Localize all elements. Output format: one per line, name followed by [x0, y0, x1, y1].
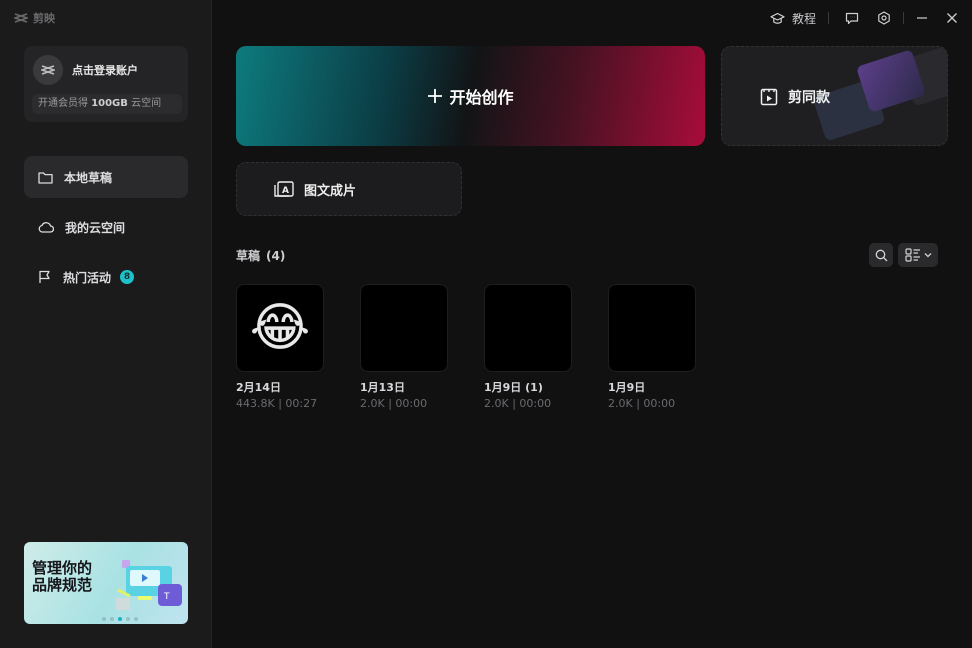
laughing-emoji-icon: 😂 [249, 298, 311, 358]
login-link[interactable]: 点击登录账户 [72, 62, 138, 78]
app-logo: 剪映 [14, 10, 55, 26]
pagination-dot[interactable] [126, 617, 130, 621]
draft-item[interactable]: 1月13日 2.0K | 00:00 [360, 284, 448, 410]
draft-item[interactable]: 1月9日 (1) 2.0K | 00:00 [484, 284, 572, 410]
close-button[interactable] [938, 0, 972, 36]
template-label: 剪同款 [788, 90, 830, 106]
draft-meta: 2.0K | 00:00 [360, 397, 428, 410]
titlebar-divider [828, 12, 829, 24]
tutorial-button[interactable]: 教程 [770, 0, 820, 36]
sidebar-item-label: 本地草稿 [64, 170, 113, 185]
template-video-icon [760, 88, 778, 106]
drafts-title: 草稿 [236, 249, 261, 263]
draft-thumbnail[interactable]: 😂 [236, 284, 324, 372]
image-text-video-button[interactable]: A 图文成片 [236, 162, 462, 216]
capcut-logo-icon [14, 13, 28, 23]
view-mode-dropdown[interactable] [898, 243, 938, 267]
pagination-dot-active[interactable] [118, 617, 122, 621]
draft-thumbnail[interactable] [360, 284, 448, 372]
promo-line-2: 品牌规范 [32, 576, 93, 594]
grid-view-icon [904, 248, 920, 262]
promo-banner[interactable]: 管理你的 品牌规范 T [24, 542, 188, 624]
drafts-grid: 😂 2月14日 443.8K | 00:27 1月13日 2.0K | 00:0… [236, 284, 696, 410]
pagination-dot[interactable] [134, 617, 138, 621]
feedback-button[interactable] [837, 0, 867, 36]
sidebar: 剪映 点击登录账户 开通会员得 100GB 云空间 本地草稿 我的云空间 热门活… [0, 0, 212, 648]
draft-thumbnail[interactable] [608, 284, 696, 372]
folder-icon [38, 171, 53, 184]
svg-text:T: T [163, 592, 170, 602]
vip-amount: 100GB [91, 98, 128, 109]
drafts-count: (4) [266, 249, 286, 263]
plus-icon [428, 89, 443, 103]
sidebar-item-local-drafts[interactable]: 本地草稿 [24, 156, 188, 198]
capcut-avatar-icon [41, 65, 55, 75]
brand-kit-illustration-icon: T [116, 560, 182, 610]
draft-name: 1月9日 [608, 381, 646, 394]
app-name: 剪映 [33, 12, 55, 25]
draft-meta: 443.8K | 00:27 [236, 397, 318, 410]
vip-promo-pill[interactable]: 开通会员得 100GB 云空间 [32, 94, 182, 114]
settings-button[interactable] [867, 0, 901, 36]
cloud-icon [38, 222, 54, 233]
text-to-video-icon: A [274, 181, 294, 197]
avatar[interactable] [33, 55, 63, 85]
sidebar-nav: 本地草稿 我的云空间 热门活动 8 [24, 156, 188, 306]
minimize-button[interactable] [906, 0, 938, 36]
feedback-icon [845, 12, 859, 24]
drafts-heading: 草稿 (4) [236, 247, 285, 264]
flag-icon [39, 270, 50, 283]
draft-item[interactable]: 😂 2月14日 443.8K | 00:27 [236, 284, 324, 410]
graduation-cap-icon [770, 12, 785, 24]
svg-text:A: A [282, 186, 289, 196]
draft-thumbnail[interactable] [484, 284, 572, 372]
vip-suffix: 云空间 [127, 98, 162, 109]
titlebar-divider [903, 12, 904, 24]
gear-icon [878, 11, 890, 25]
draft-meta: 2.0K | 00:00 [608, 397, 676, 410]
tutorial-label: 教程 [791, 11, 816, 26]
promo-title: 管理你的 品牌规范 [32, 560, 92, 594]
start-creating-button[interactable]: 开始创作 [236, 46, 705, 146]
title-bar: 教程 [770, 0, 972, 36]
start-creating-label: 开始创作 [449, 88, 514, 107]
search-drafts-button[interactable] [869, 243, 893, 267]
template-button[interactable]: 剪同款 [721, 46, 948, 146]
chevron-down-icon [924, 253, 931, 258]
promo-line-1: 管理你的 [32, 559, 93, 577]
draft-name: 2月14日 [236, 381, 281, 394]
vip-prefix: 开通会员得 [38, 98, 92, 109]
draft-name: 1月9日 (1) [484, 381, 543, 394]
close-icon [947, 13, 957, 23]
sidebar-item-hot-events[interactable]: 热门活动 8 [24, 256, 188, 298]
minimize-icon [917, 17, 927, 19]
image-text-video-label: 图文成片 [304, 183, 357, 199]
notification-badge: 8 [120, 270, 135, 284]
promo-pagination [102, 617, 138, 621]
draft-name: 1月13日 [360, 381, 405, 394]
draft-meta: 2.0K | 00:00 [484, 397, 552, 410]
template-label-group: 剪同款 [760, 87, 830, 107]
sidebar-item-label: 我的云空间 [65, 220, 126, 235]
account-card[interactable]: 点击登录账户 开通会员得 100GB 云空间 [24, 46, 188, 122]
sidebar-item-label: 热门活动 [63, 270, 112, 285]
draft-item[interactable]: 1月9日 2.0K | 00:00 [608, 284, 696, 410]
search-icon [875, 249, 887, 261]
sidebar-item-cloud-space[interactable]: 我的云空间 [24, 206, 188, 248]
pagination-dot[interactable] [102, 617, 106, 621]
pagination-dot[interactable] [110, 617, 114, 621]
